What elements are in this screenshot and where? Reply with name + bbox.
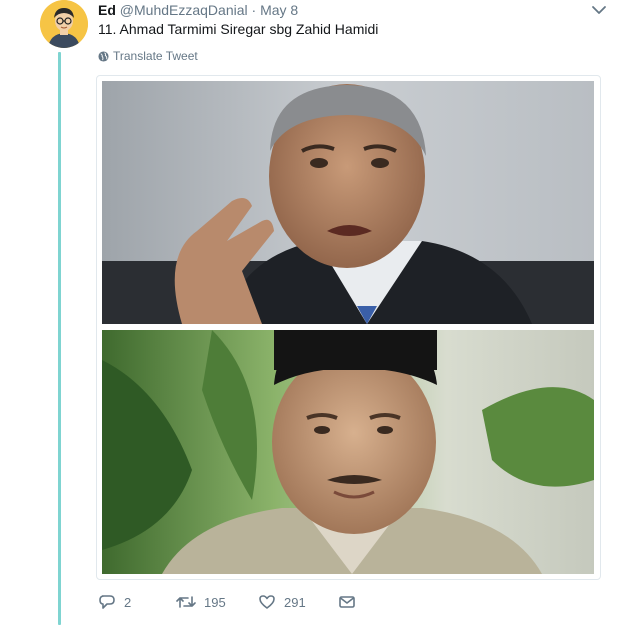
chevron-down-icon xyxy=(592,6,606,14)
tweet-date[interactable]: May 8 xyxy=(260,2,298,18)
media-photo-top[interactable] xyxy=(102,81,594,324)
avatar[interactable] xyxy=(40,0,88,48)
photo-man-in-suit xyxy=(102,81,594,324)
like-count: 291 xyxy=(284,594,306,610)
like-button[interactable]: 291 xyxy=(258,592,306,612)
globe-icon xyxy=(98,50,109,62)
translate-tweet-link[interactable]: Translate Tweet xyxy=(98,48,198,64)
retweet-button[interactable]: 195 xyxy=(176,592,226,612)
user-handle[interactable]: @MuhdEzzaqDanial xyxy=(120,2,248,18)
media-photo-bottom[interactable] xyxy=(102,330,594,574)
tweet-options-button[interactable] xyxy=(590,2,608,18)
avatar-illustration xyxy=(40,0,88,48)
tweet-media[interactable] xyxy=(96,75,601,580)
reply-button[interactable]: 2 xyxy=(98,592,131,612)
heart-icon xyxy=(259,595,275,609)
photo-man-in-songkok xyxy=(102,330,594,574)
retweet-count: 195 xyxy=(204,594,226,610)
header-separator: · xyxy=(251,2,257,18)
translate-label: Translate Tweet xyxy=(113,49,198,63)
reply-count: 2 xyxy=(124,594,132,610)
envelope-icon xyxy=(339,596,355,608)
thread-connector-line xyxy=(58,52,61,625)
retweet-icon xyxy=(176,596,196,608)
display-name[interactable]: Ed xyxy=(98,2,116,18)
direct-message-button[interactable] xyxy=(338,592,356,612)
tweet-header: Ed @MuhdEzzaqDanial · May 8 xyxy=(98,1,606,19)
reply-icon xyxy=(99,595,115,609)
tweet-text: 11. Ahmad Tarmimi Siregar sbg Zahid Hami… xyxy=(98,21,379,37)
